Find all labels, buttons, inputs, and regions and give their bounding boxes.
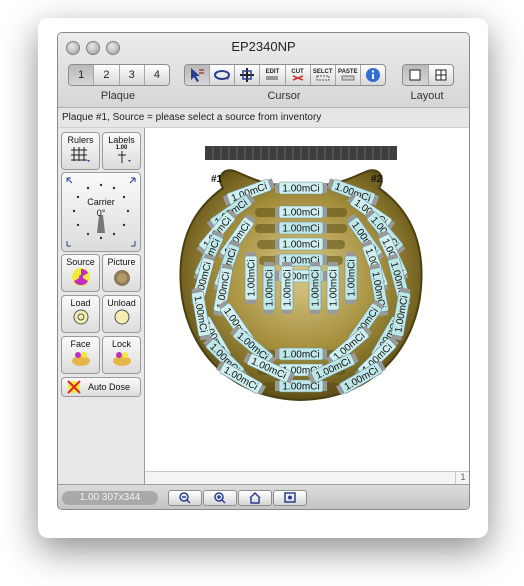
source-label: 1.00mCi [329,269,340,306]
marker-2: #2 [371,174,383,185]
status-bar: Plaque #1, Source = please select a sour… [58,107,469,127]
home-button[interactable] [238,490,272,506]
source-seed[interactable]: 1.00mCi [308,262,322,314]
window-title: EP2340NP [231,39,296,54]
source-label: 1.00mCi [282,184,319,195]
cursor-group-label: Cursor [267,90,301,102]
plaque-drawing: #1 #2 1.00mCi 1.00mCi 1.00mCi 1.00mCi 1.00mC… [179,146,423,402]
load-button[interactable]: Load [61,295,100,333]
source-label: 1.00mCi [282,208,319,219]
unload-icon [114,309,129,325]
zoom-in-icon [214,492,226,504]
app-window: EP2340NP 1 2 3 4 Plaque EDIT CUT SELCT P… [57,32,470,510]
single-layout-icon[interactable] [403,65,429,85]
grid-layout-icon[interactable] [429,65,454,85]
info-icon[interactable] [361,65,385,85]
rulers-button[interactable]: Rulers [61,132,100,170]
scroll-corner-label: 1 [455,471,469,484]
home-icon [249,491,261,504]
source-seed[interactable]: 1.00mCi [275,205,327,219]
auto-dose-button[interactable]: Auto Dose [61,377,141,397]
source-seed[interactable]: 1.00mCi [244,252,258,304]
unload-label: Unload [107,298,136,308]
layout-segmented-control [402,64,454,86]
source-seed[interactable]: 1.00mCi [262,262,276,314]
fit-window-icon [284,492,296,503]
auto-dose-icon [67,380,81,394]
carrier-dial[interactable]: Carrier 0° [61,172,141,252]
lock-icon [112,352,131,366]
plaque-canvas[interactable]: #1 #2 1.00mCi 1.00mCi 1.00mCi 1.00mCi 1.00mC… [145,128,469,471]
picture-label: Picture [107,257,136,267]
lock-button[interactable]: Lock [102,336,141,374]
sidebar: Rulers Labels 1.00 Carrier 0° Source Pic… [58,128,145,488]
face-icon [71,352,90,366]
unload-button[interactable]: Unload [102,295,141,333]
source-label: 1.00mCi [283,269,294,306]
carrier-label: Carrier [87,197,115,207]
source-seed[interactable]: 1.00mCi [275,379,327,393]
lock-label: Lock [111,339,131,349]
source-label: Source [66,257,95,267]
move-cross-icon[interactable] [235,65,261,85]
plaque-button-4[interactable]: 4 [145,65,169,85]
auto-dose-label: Auto Dose [88,382,131,392]
rulers-label: Rulers [67,135,94,145]
paste-icon [341,75,355,81]
source-label: 1.00mCi [247,259,258,296]
rotate-icon[interactable] [210,65,236,85]
zoom-out-button[interactable] [168,490,202,506]
cursor-tools: EDIT CUT SELCT PASTE [184,64,386,86]
source-label: 1.00mCi [282,224,319,235]
face-button[interactable]: Face [61,336,100,374]
plaque-button-2[interactable]: 2 [94,65,120,85]
labels-button[interactable]: Labels 1.00 [102,132,141,170]
radiation-icon [71,268,90,286]
source-seed[interactable]: 1.00mCi [344,252,358,304]
cut-icon [292,75,303,81]
paste-tool[interactable]: PASTE [336,65,361,85]
zoom-in-button[interactable] [203,490,237,506]
labels-label: Labels [108,135,135,145]
source-label: 1.00mCi [347,259,358,296]
source-seed[interactable]: 1.00mCi [275,347,327,361]
source-seed[interactable]: 1.00mCi [275,237,327,251]
edit-icon [266,76,279,80]
plaque-group-label: Plaque [100,90,136,102]
source-seed[interactable]: 1.00mCi [275,181,327,195]
zoom-info: 1.00 307x344 [62,491,158,505]
source-button[interactable]: Source [61,254,100,292]
ruler-tick-icon [117,151,131,163]
source-label: 1.00mCi [265,269,276,306]
horizontal-scrollbar[interactable] [145,471,455,484]
fit-window-button[interactable] [273,490,307,506]
source-seed[interactable]: 1.00mCi [280,262,294,314]
titlebar: EP2340NP 1 2 3 4 Plaque EDIT CUT SELCT P… [58,33,469,132]
source-seed[interactable]: 1.00mCi [326,262,340,314]
bottom-bar: 1.00 307x344 [58,484,469,509]
picture-button[interactable]: Picture [102,254,141,292]
plaque-segmented-control: 1 2 3 4 [68,64,170,86]
carrier-angle: 0° [96,208,106,218]
grid-icon [70,147,90,162]
edit-tool[interactable]: EDIT [260,65,286,85]
layout-group-label: Layout [410,90,444,102]
source-label: 1.00mCi [311,269,322,306]
face-label: Face [70,339,91,349]
source-label: 1.00mCi [282,350,319,361]
source-label: 1.00mCi [282,240,319,251]
plaque-button-1[interactable]: 1 [69,65,95,85]
select-arrow-icon[interactable] [185,65,211,85]
zoom-out-icon [179,492,191,504]
source-label: 1.00mCi [282,382,319,393]
plaque-button-3[interactable]: 3 [120,65,145,85]
marker-1: #1 [211,174,223,185]
plaque-picture-icon [113,270,130,286]
select-icon [316,75,330,81]
cut-tool[interactable]: CUT [286,65,311,85]
load-icon [73,309,88,325]
select-tool[interactable]: SELCT [311,65,336,85]
load-label: Load [70,298,91,308]
source-seed[interactable]: 1.00mCi [275,221,327,235]
